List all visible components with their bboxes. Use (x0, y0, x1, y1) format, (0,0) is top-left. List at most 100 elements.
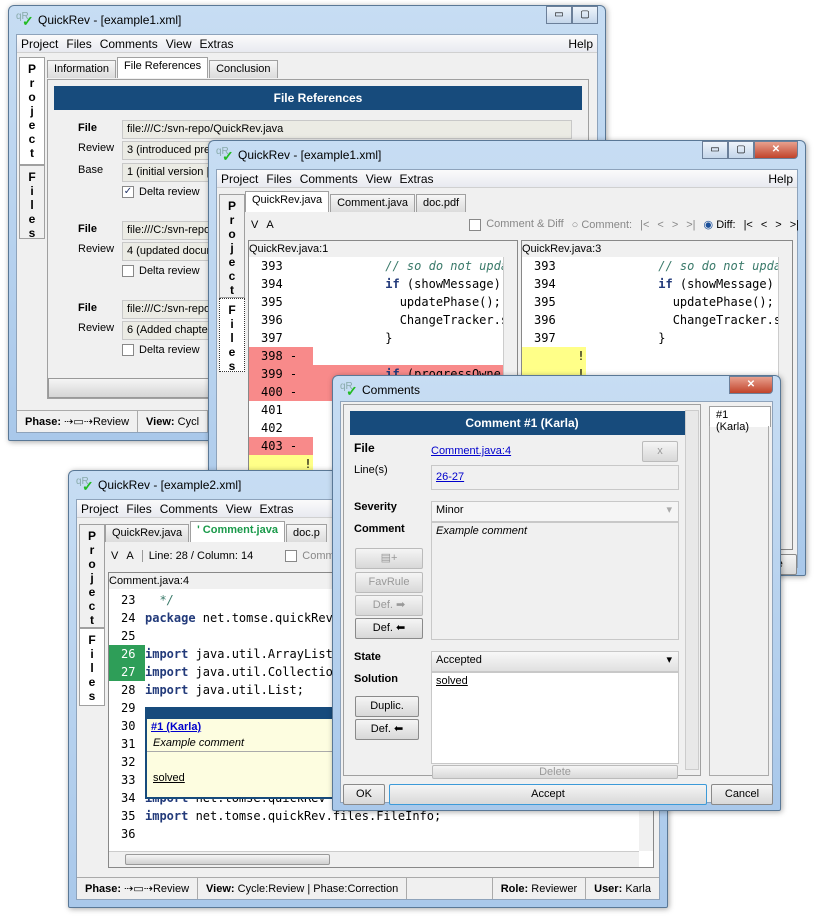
def-right-button[interactable]: Def. ➡ (355, 595, 423, 616)
base-label: Base (78, 164, 104, 176)
menu-project[interactable]: Project (221, 172, 258, 186)
lines-link[interactable]: 26-27 (436, 471, 464, 483)
menu-project[interactable]: Project (81, 502, 118, 516)
menu-comments[interactable]: Comments (100, 37, 158, 51)
tab-doc-pdf[interactable]: doc.pdf (416, 194, 467, 212)
menu-files[interactable]: Files (126, 502, 151, 516)
menu-view[interactable]: View (166, 37, 192, 51)
a-button[interactable]: A (266, 219, 273, 231)
menu-bar: Project Files Comments View Extras Help (217, 170, 797, 188)
menu-files[interactable]: Files (66, 37, 91, 51)
dialog-vertical-scrollbar[interactable] (685, 410, 699, 770)
tab-doc-pdf[interactable]: doc.p (285, 524, 327, 542)
horizontal-scrollbar[interactable] (109, 851, 639, 867)
keyword: package (145, 611, 196, 625)
a-button[interactable]: A (126, 550, 133, 562)
title-bar[interactable]: qR QuickRev - [example1.xml] ▭▢✕ (216, 141, 798, 169)
menu-extras[interactable]: Extras (260, 502, 294, 516)
line-number: 28 (121, 683, 136, 697)
vtab-project[interactable]: P r o j e c t (219, 194, 245, 298)
comment-textarea[interactable]: Example comment (431, 522, 679, 640)
title-bar[interactable]: qR Comments ✕ (340, 376, 773, 404)
diff-nav-prev[interactable]: < (761, 219, 767, 231)
tab-comment-java[interactable]: Comment.java (330, 194, 416, 212)
vtab-project[interactable]: P r o j e c t (19, 57, 45, 165)
maximize-button[interactable]: ▢ (572, 6, 598, 24)
def-left-button[interactable]: Def. ⬅ (355, 618, 423, 639)
line-number: 35 (121, 809, 136, 823)
menu-project[interactable]: Project (21, 37, 58, 51)
tooltip-comment-link[interactable]: #1 (Karla) (151, 721, 201, 733)
comment-nav-last[interactable]: >| (686, 219, 695, 231)
menu-comments[interactable]: Comments (160, 502, 218, 516)
duplicate-button[interactable]: Duplic. (355, 696, 419, 717)
tab-conclusion[interactable]: Conclusion (209, 60, 278, 78)
menu-files[interactable]: Files (266, 172, 291, 186)
state-select[interactable]: Accepted ▾ (431, 651, 679, 672)
file-path-field[interactable]: file:///C:/svn-repo/QuickRev.java (122, 120, 572, 139)
delta-review-checkbox[interactable]: Delta review (122, 265, 200, 278)
vtab-project[interactable]: P r o j e c t (79, 524, 105, 628)
review-label: Review (78, 243, 115, 255)
delete-button[interactable]: Delete (432, 765, 678, 779)
close-button[interactable]: ✕ (754, 141, 798, 159)
menu-help[interactable]: Help (768, 172, 793, 186)
diff-nav-last[interactable]: >| (790, 219, 799, 231)
solution-textarea[interactable]: solved (431, 672, 679, 764)
favrule-button[interactable]: FavRule (355, 572, 423, 593)
comment-radio[interactable]: ○ Comment: (572, 219, 632, 231)
line-number: 31 (121, 737, 136, 751)
tab-information[interactable]: Information (47, 60, 117, 78)
add-rule-button[interactable]: ▤+ (355, 548, 423, 569)
code-line: 395 updatePhase(); (522, 293, 792, 311)
delta-review-checkbox[interactable]: ✓ Delta review (122, 186, 200, 199)
tab-quickrev-java[interactable]: QuickRev.java (105, 524, 190, 542)
menu-comments[interactable]: Comments (300, 172, 358, 186)
menu-extras[interactable]: Extras (200, 37, 234, 51)
line-text: } (313, 331, 393, 345)
menu-view[interactable]: View (366, 172, 392, 186)
add-rule-icon: ▤+ (380, 552, 398, 564)
title-bar[interactable]: qR QuickRev - [example1.xml] ▭▢ (16, 6, 598, 34)
v-button[interactable]: V (111, 550, 118, 562)
menu-extras[interactable]: Extras (400, 172, 434, 186)
code-line: 394 if (showMessage) { (249, 275, 517, 293)
v-button[interactable]: V (251, 219, 258, 231)
tab-file-references[interactable]: File References (117, 57, 209, 78)
clear-file-button[interactable]: x (642, 441, 678, 462)
keyword: import (145, 647, 189, 661)
close-button[interactable]: ✕ (729, 376, 773, 394)
delta-review-checkbox[interactable]: Delta review (122, 344, 200, 357)
tab-quickrev-java[interactable]: QuickRev.java (245, 191, 330, 212)
vtab-files[interactable]: F i l e s (219, 298, 245, 373)
code-line: 396 ChangeTracker.se (522, 311, 792, 329)
comment-diff-checkbox[interactable]: Comment & Diff (469, 218, 564, 231)
accept-button[interactable]: Accept (389, 784, 707, 805)
vtab-files[interactable]: F i l e s (79, 628, 105, 706)
file-link[interactable]: Comment.java:4 (431, 445, 511, 457)
comment-nav-next[interactable]: > (672, 219, 678, 231)
comment-nav-prev[interactable]: < (657, 219, 663, 231)
diff-radio[interactable]: ◉ Diff: (704, 218, 736, 231)
vtab-files[interactable]: F i l e s (19, 165, 45, 240)
comment-tab-1-karla[interactable]: #1 (Karla) (709, 406, 771, 433)
minimize-button[interactable]: ▭ (702, 141, 728, 159)
def-left-solution-button[interactable]: Def. ⬅ (355, 719, 419, 740)
window-title: QuickRev - [example2.xml] (98, 478, 242, 492)
menu-view[interactable]: View (226, 502, 252, 516)
tab-comment-java[interactable]: ' Comment.java (190, 521, 285, 542)
line-text: ChangeTracker.se (586, 313, 789, 327)
cancel-button[interactable]: Cancel (711, 784, 773, 805)
tooltip-solution-text: solved (153, 772, 185, 784)
minimize-button[interactable]: ▭ (546, 6, 572, 24)
menu-help[interactable]: Help (568, 37, 593, 51)
comment-nav-first[interactable]: |< (640, 219, 649, 231)
line-text: import java.util.Collections; (145, 665, 355, 679)
diff-nav-first[interactable]: |< (744, 219, 753, 231)
maximize-button[interactable]: ▢ (728, 141, 754, 159)
severity-select[interactable]: Minor ▾ (431, 501, 679, 522)
diff-nav-next[interactable]: > (775, 219, 781, 231)
ok-button[interactable]: OK (343, 784, 385, 805)
keyword: if (385, 277, 400, 291)
checkbox-label: Delta review (139, 186, 200, 198)
